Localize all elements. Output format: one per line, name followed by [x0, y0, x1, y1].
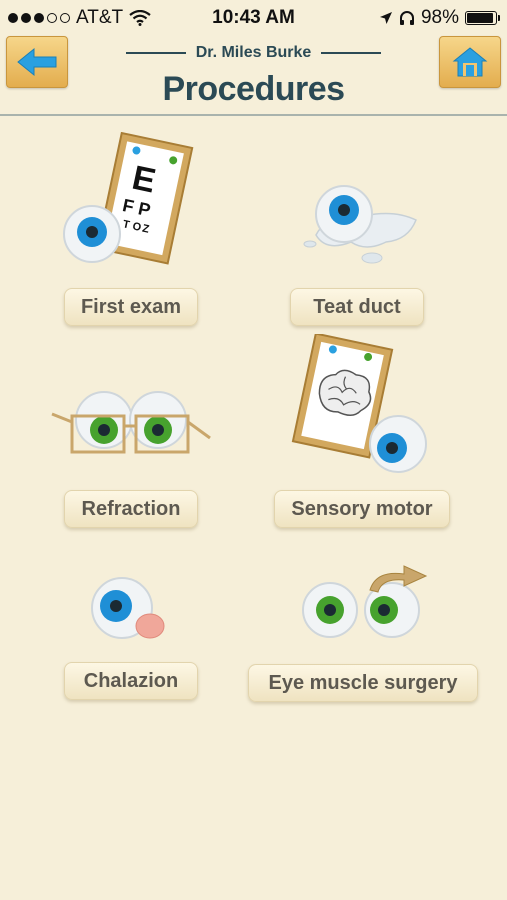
divider [125, 52, 186, 54]
tear-duct-eye-icon [303, 185, 417, 264]
teat-duct-button[interactable]: Teat duct [290, 288, 424, 326]
refraction-button[interactable]: Refraction [64, 490, 198, 528]
home-button[interactable] [439, 36, 501, 88]
first-exam-button[interactable]: First exam [64, 288, 198, 326]
subtitle-row: Dr. Miles Burke [0, 44, 507, 62]
battery-percent: 98% [420, 7, 459, 28]
eye-chart-icon: E F P T O Z [63, 132, 194, 265]
eye-muscle-surgery-button[interactable]: Eye muscle surgery [248, 664, 478, 702]
brain-chart-icon [291, 334, 427, 473]
eyes-rotate-icon [302, 565, 428, 638]
doctor-name: Dr. Miles Burke [195, 44, 312, 61]
headphones-icon [399, 11, 414, 25]
eye-bump-icon [91, 577, 165, 639]
divider [321, 52, 382, 54]
battery-icon [465, 11, 500, 25]
sensory-motor-button[interactable]: Sensory motor [274, 490, 450, 528]
header: Dr. Miles Burke Procedures [0, 36, 507, 116]
home-icon [452, 47, 488, 77]
status-bar: AT&T 10:43 AM 98% [0, 0, 507, 36]
chalazion-button[interactable]: Chalazion [64, 662, 198, 700]
page-title: Procedures [162, 70, 345, 108]
glasses-eyes-icon [51, 391, 211, 454]
status-right: 98% [379, 7, 500, 29]
header-divider [0, 114, 507, 116]
location-arrow-icon [379, 12, 392, 24]
